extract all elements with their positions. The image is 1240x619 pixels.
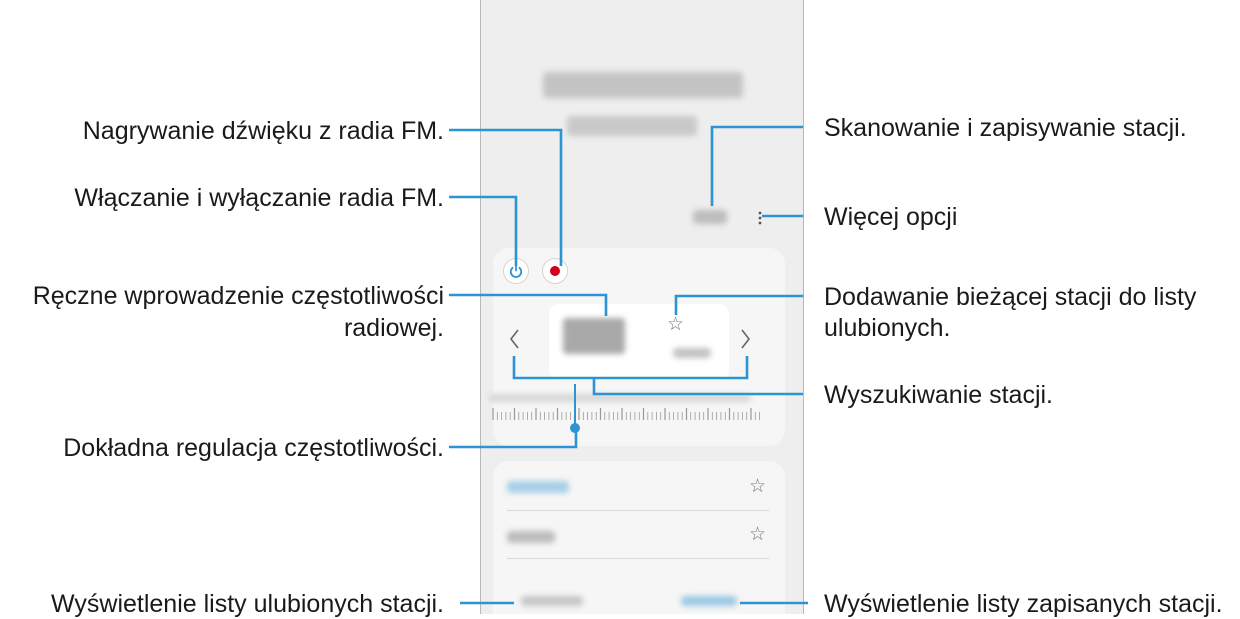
- label-scan: Skanowanie i zapisywanie stacji.: [824, 114, 1187, 142]
- label-more-options: Więcej opcji: [824, 203, 958, 231]
- label-fine-tune: Dokładna regulacja częstotliwości.: [63, 434, 444, 462]
- label-add-favorite-line1: Dodawanie bieżącej stacji do listy: [824, 283, 1197, 311]
- callout-power: [449, 195, 518, 266]
- label-record: Nagrywanie dźwięku z radia FM.: [82, 117, 444, 145]
- label-search: Wyszukiwanie stacji.: [824, 381, 1054, 409]
- label-manual-entry-line1: Ręczne wprowadzenie częstotliwości: [32, 282, 444, 310]
- callout-search-bracket: [512, 356, 749, 380]
- callout-search: [592, 378, 803, 396]
- label-manual-entry-line2: radiowej.: [343, 314, 444, 342]
- label-power: Włączanie i wyłączanie radia FM.: [74, 184, 444, 212]
- callout-add-favorite: [674, 294, 803, 315]
- callout-scan: [710, 125, 803, 206]
- callout-fine-tune: [449, 431, 578, 449]
- label-favorites-list: Wyświetlenie listy ulubionych stacji.: [51, 590, 444, 618]
- label-saved-list: Wyświetlenie listy zapisanych stacji.: [824, 590, 1223, 618]
- callout-manual-entry: [449, 293, 608, 316]
- label-add-favorite-line2: ulubionych.: [824, 314, 951, 342]
